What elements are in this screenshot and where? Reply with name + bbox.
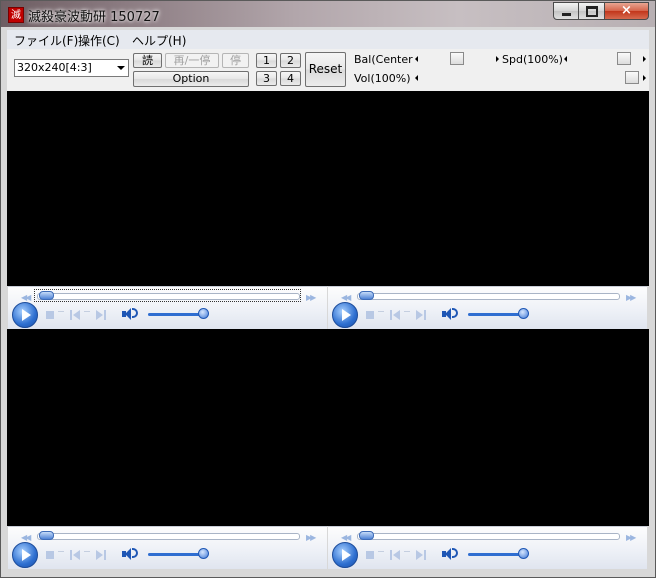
arrow-right-icon[interactable]	[643, 75, 646, 81]
previous-icon[interactable]	[390, 310, 400, 320]
separator	[378, 551, 384, 552]
screen-1-button[interactable]: 1	[256, 53, 277, 68]
separator	[84, 311, 90, 312]
previous-icon[interactable]	[390, 550, 400, 560]
separator	[84, 551, 90, 552]
close-icon: ×	[621, 3, 632, 18]
next-icon[interactable]	[96, 310, 106, 320]
menu-operation[interactable]: 操作(C)	[78, 32, 120, 49]
arrow-left-icon[interactable]	[564, 56, 567, 62]
volume-thumb[interactable]	[518, 548, 530, 559]
player-bar-3: ◀◀ ▶▶	[8, 526, 327, 569]
separator	[58, 551, 64, 552]
seek-thumb[interactable]	[359, 291, 374, 300]
seek-bar[interactable]	[37, 291, 300, 300]
play-icon[interactable]	[332, 302, 358, 328]
volume-slider-thumb[interactable]	[625, 71, 639, 84]
menu-file[interactable]: ファイル(F)	[14, 32, 78, 49]
screen-2-button[interactable]: 2	[280, 53, 301, 68]
video-pane-bottom[interactable]	[7, 329, 649, 526]
screen-4-button[interactable]: 4	[280, 71, 301, 86]
volume-track[interactable]	[468, 553, 525, 556]
separator	[404, 551, 410, 552]
player-bar-2: ◀◀ ▶▶	[328, 286, 647, 329]
stop-icon[interactable]	[366, 311, 374, 319]
option-button[interactable]: Option	[133, 71, 249, 87]
volume-slider[interactable]	[413, 71, 648, 85]
fast-forward-icon[interactable]: ▶▶	[306, 533, 316, 542]
screen-3-button[interactable]: 3	[256, 71, 277, 86]
minimize-icon	[561, 12, 571, 16]
rewind-icon[interactable]: ◀◀	[341, 533, 351, 542]
separator	[404, 311, 410, 312]
reset-button[interactable]: Reset	[305, 52, 346, 87]
title-bar[interactable]: 滅 滅殺豪波動研 150727 ×	[1, 1, 655, 27]
seek-bar[interactable]	[357, 291, 620, 300]
play-icon[interactable]	[12, 542, 38, 568]
separator	[58, 311, 64, 312]
speed-label: Spd(100%)	[502, 53, 563, 66]
arrow-right-icon[interactable]	[496, 56, 499, 62]
rewind-icon[interactable]: ◀◀	[21, 293, 31, 302]
volume-track[interactable]	[148, 553, 205, 556]
resolution-select[interactable]: 320x240[4:3]	[14, 59, 129, 77]
maximize-button[interactable]	[579, 2, 605, 20]
balance-label: Bal(Center)	[354, 53, 417, 66]
next-icon[interactable]	[416, 310, 426, 320]
stop-icon[interactable]	[366, 551, 374, 559]
close-button[interactable]: ×	[605, 2, 649, 20]
speed-slider-thumb[interactable]	[616, 52, 631, 65]
menu-bar: ファイル(F) 操作(C) ヘルプ(H)	[7, 30, 649, 49]
play-icon[interactable]	[332, 542, 358, 568]
stop-icon[interactable]	[46, 551, 54, 559]
chevron-down-icon[interactable]	[117, 66, 125, 70]
rewind-icon[interactable]: ◀◀	[341, 293, 351, 302]
app-icon[interactable]: 滅	[8, 7, 24, 23]
volume-thumb[interactable]	[198, 308, 210, 319]
main-window: 滅 滅殺豪波動研 150727 × ファイル(F) 操作(C) ヘルプ(H) 3…	[0, 0, 656, 578]
menu-help[interactable]: ヘルプ(H)	[132, 32, 186, 49]
volume-label: Vol(100%)	[354, 72, 411, 85]
maximize-icon	[585, 5, 598, 17]
player-bar-4: ◀◀ ▶▶	[328, 526, 647, 569]
arrow-right-icon[interactable]	[643, 56, 646, 62]
stop-icon[interactable]	[46, 311, 54, 319]
balance-slider-thumb[interactable]	[450, 52, 464, 65]
volume-track[interactable]	[148, 313, 205, 316]
resolution-value: 320x240[4:3]	[17, 61, 92, 74]
seek-bar[interactable]	[357, 531, 620, 540]
volume-track[interactable]	[468, 313, 525, 316]
separator	[378, 311, 384, 312]
next-icon[interactable]	[96, 550, 106, 560]
toolbar: 320x240[4:3] 読 再/一停 停 Option 1 2 3 4 Res…	[7, 49, 649, 91]
play-icon[interactable]	[12, 302, 38, 328]
volume-thumb[interactable]	[198, 548, 210, 559]
seek-thumb[interactable]	[39, 531, 54, 540]
caption-buttons: ×	[553, 2, 649, 20]
volume-thumb[interactable]	[518, 308, 530, 319]
fast-forward-icon[interactable]: ▶▶	[626, 533, 636, 542]
minimize-button[interactable]	[553, 2, 579, 20]
speed-slider[interactable]	[562, 52, 648, 66]
seek-thumb[interactable]	[359, 531, 374, 540]
previous-icon[interactable]	[70, 550, 80, 560]
arrow-left-icon[interactable]	[415, 75, 418, 81]
video-pane-top[interactable]	[7, 91, 649, 286]
window-title: 滅殺豪波動研 150727	[28, 10, 160, 25]
balance-slider[interactable]	[413, 52, 501, 66]
load-button[interactable]: 読	[133, 53, 162, 68]
fast-forward-icon[interactable]: ▶▶	[306, 293, 316, 302]
fast-forward-icon[interactable]: ▶▶	[626, 293, 636, 302]
rewind-icon[interactable]: ◀◀	[21, 533, 31, 542]
arrow-left-icon[interactable]	[415, 56, 418, 62]
seek-bar[interactable]	[37, 531, 300, 540]
stop-button[interactable]: 停	[222, 53, 249, 68]
play-pause-button[interactable]: 再/一停	[165, 53, 219, 68]
previous-icon[interactable]	[70, 310, 80, 320]
seek-thumb[interactable]	[39, 291, 54, 300]
player-bar-1: ◀◀ ▶▶	[8, 286, 327, 329]
next-icon[interactable]	[416, 550, 426, 560]
